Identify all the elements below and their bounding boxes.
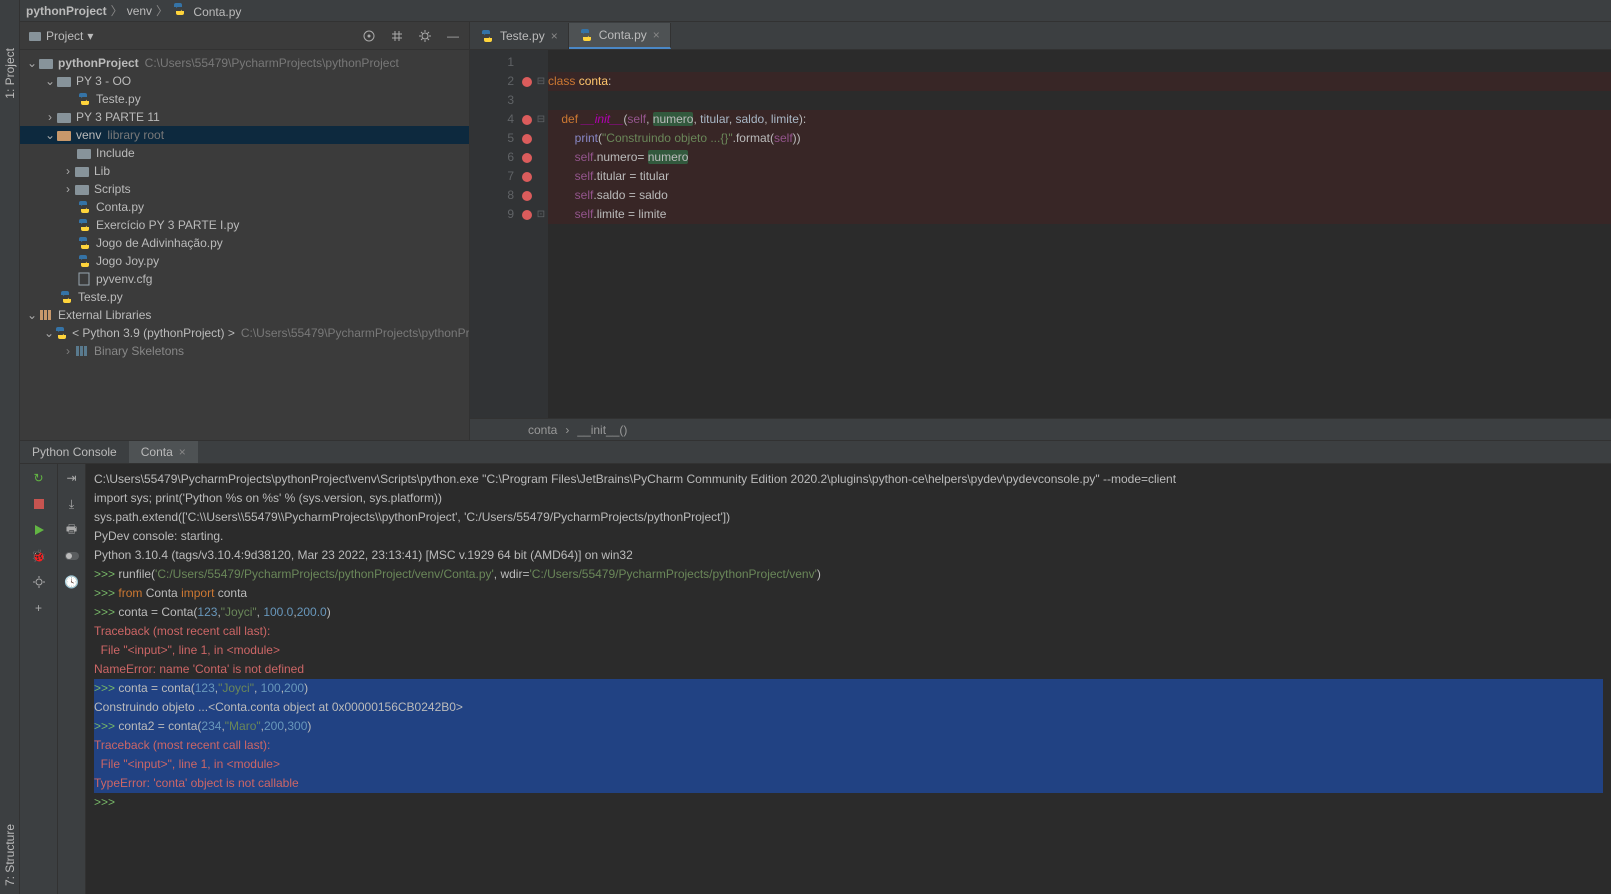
stop-icon[interactable]	[31, 496, 47, 512]
code-editor[interactable]: 123456789 ⊟⊟⊡ class conta: def __init__(…	[470, 50, 1611, 418]
folder-icon	[76, 145, 92, 161]
editor-breadcrumbs[interactable]: conta › __init__()	[470, 418, 1611, 440]
editor-tab[interactable]: Teste.py×	[470, 23, 569, 49]
tree-node-folder[interactable]: Include	[20, 144, 469, 162]
python-file-icon	[76, 91, 92, 107]
breakpoint-gutter[interactable]	[520, 50, 534, 418]
left-tool-window-bar: 1: Project 7: Structure	[0, 0, 20, 894]
gear-icon[interactable]	[417, 28, 433, 44]
chevron-down-icon[interactable]: ⌄	[26, 308, 38, 322]
folder-icon	[56, 109, 72, 125]
python-file-icon	[76, 235, 92, 251]
tool-tab-structure[interactable]: 7: Structure	[1, 816, 19, 894]
collapse-icon[interactable]: —	[445, 28, 461, 44]
console-tab[interactable]: Python Console	[20, 441, 129, 463]
python-file-icon	[76, 253, 92, 269]
folder-icon	[74, 163, 90, 179]
code-content[interactable]: class conta: def __init__(self, numero, …	[548, 50, 1611, 418]
folder-icon	[28, 29, 42, 43]
fold-gutter[interactable]: ⊟⊟⊡	[534, 50, 548, 418]
tree-node-file[interactable]: Conta.py	[20, 198, 469, 216]
locate-icon[interactable]	[361, 28, 377, 44]
library-icon	[38, 307, 54, 323]
crumb-1[interactable]: venv	[127, 4, 152, 18]
project-tool-window: Project ▾ — ⌄ pythonProjectC:\Users\5547…	[20, 22, 470, 440]
tree-node-file[interactable]: Teste.py	[20, 90, 469, 108]
chevron-right-icon[interactable]: ›	[62, 164, 74, 178]
expand-all-icon[interactable]	[389, 28, 405, 44]
library-icon	[74, 343, 90, 359]
chevron-down-icon[interactable]: ⌄	[26, 56, 38, 70]
python-file-icon	[172, 2, 186, 16]
python-file-icon	[480, 29, 494, 43]
folder-icon	[74, 181, 90, 197]
crumb-2[interactable]: Conta.py	[172, 2, 241, 19]
tree-node-folder[interactable]: › Lib	[20, 162, 469, 180]
add-icon[interactable]: +	[31, 600, 47, 616]
folder-icon	[56, 73, 72, 89]
crumb-0[interactable]: pythonProject	[26, 4, 107, 18]
editor-tabs: Teste.py×Conta.py×	[470, 22, 1611, 50]
console-toolbar-right: ⇥ ⤓ 🖶 🕓	[58, 464, 86, 894]
history-icon[interactable]: 🕓	[64, 574, 80, 590]
tree-node-python[interactable]: ⌄ < Python 3.9 (pythonProject) >C:\Users…	[20, 324, 469, 342]
close-icon[interactable]: ×	[653, 28, 660, 42]
variables-icon[interactable]	[64, 548, 80, 564]
tool-tab-project[interactable]: 1: Project	[1, 40, 19, 107]
close-icon[interactable]: ×	[551, 29, 558, 43]
debug-icon[interactable]: 🐞	[31, 548, 47, 564]
scroll-to-end-icon[interactable]: ⤓	[64, 496, 80, 512]
tree-node-file[interactable]: Jogo Joy.py	[20, 252, 469, 270]
python-file-icon	[76, 199, 92, 215]
tree-node-root[interactable]: ⌄ pythonProjectC:\Users\55479\PycharmPro…	[20, 54, 469, 72]
close-icon[interactable]: ×	[179, 445, 186, 459]
chevron-right-icon: 〉	[111, 2, 123, 19]
chevron-down-icon[interactable]: ⌄	[44, 326, 54, 340]
project-view-selector[interactable]: Project ▾	[28, 29, 93, 43]
editor-tab[interactable]: Conta.py×	[569, 23, 671, 49]
editor-area: Teste.py×Conta.py× 123456789 ⊟⊟⊡ class c…	[470, 22, 1611, 440]
folder-icon	[38, 55, 54, 71]
breadcrumb: pythonProject 〉 venv 〉 Conta.py	[20, 0, 1611, 22]
chevron-right-icon: 〉	[156, 2, 168, 19]
soft-wrap-icon[interactable]: ⇥	[64, 470, 80, 486]
chevron-right-icon[interactable]: ›	[44, 110, 56, 124]
tree-node-file[interactable]: Jogo de Adivinhação.py	[20, 234, 469, 252]
library-folder-icon	[56, 127, 72, 143]
tree-node-file[interactable]: pyvenv.cfg	[20, 270, 469, 288]
tree-node-file[interactable]: Exercício PY 3 PARTE I.py	[20, 216, 469, 234]
gear-icon[interactable]	[31, 574, 47, 590]
chevron-down-icon[interactable]: ⌄	[44, 74, 56, 88]
tree-node-folder[interactable]: › Scripts	[20, 180, 469, 198]
console-toolbar-left: ↻ 🐞 +	[20, 464, 58, 894]
tree-node-folder[interactable]: › PY 3 PARTE 11	[20, 108, 469, 126]
run-icon[interactable]	[31, 522, 47, 538]
tree-node-file[interactable]: Teste.py	[20, 288, 469, 306]
chevron-right-icon[interactable]: ›	[62, 344, 74, 358]
chevron-down-icon: ▾	[87, 29, 93, 43]
python-console: ↻ 🐞 + ⇥ ⤓ 🖶 🕓 C:\Users\55479\PycharmProj…	[20, 464, 1611, 894]
print-icon[interactable]: 🖶	[64, 522, 80, 538]
chevron-right-icon: ›	[565, 423, 569, 437]
file-icon	[76, 271, 92, 287]
chevron-right-icon[interactable]: ›	[62, 182, 74, 196]
python-file-icon	[58, 289, 74, 305]
python-file-icon	[579, 28, 593, 42]
console-output[interactable]: C:\Users\55479\PycharmProjects\pythonPro…	[86, 464, 1611, 894]
run-tool-window-tabs: Python ConsoleConta×	[20, 440, 1611, 464]
tree-node-folder[interactable]: ⌄ PY 3 - OO	[20, 72, 469, 90]
tree-node-external-libs[interactable]: ⌄ External Libraries	[20, 306, 469, 324]
line-number-gutter[interactable]: 123456789	[470, 50, 520, 418]
python-file-icon	[76, 217, 92, 233]
tree-node-folder[interactable]: › Binary Skeletons	[20, 342, 469, 360]
python-icon	[54, 325, 68, 341]
console-tab[interactable]: Conta×	[129, 441, 198, 463]
project-tree[interactable]: ⌄ pythonProjectC:\Users\55479\PycharmPro…	[20, 50, 469, 440]
chevron-down-icon[interactable]: ⌄	[44, 128, 56, 142]
tree-node-venv[interactable]: ⌄ venvlibrary root	[20, 126, 469, 144]
rerun-icon[interactable]: ↻	[31, 470, 47, 486]
